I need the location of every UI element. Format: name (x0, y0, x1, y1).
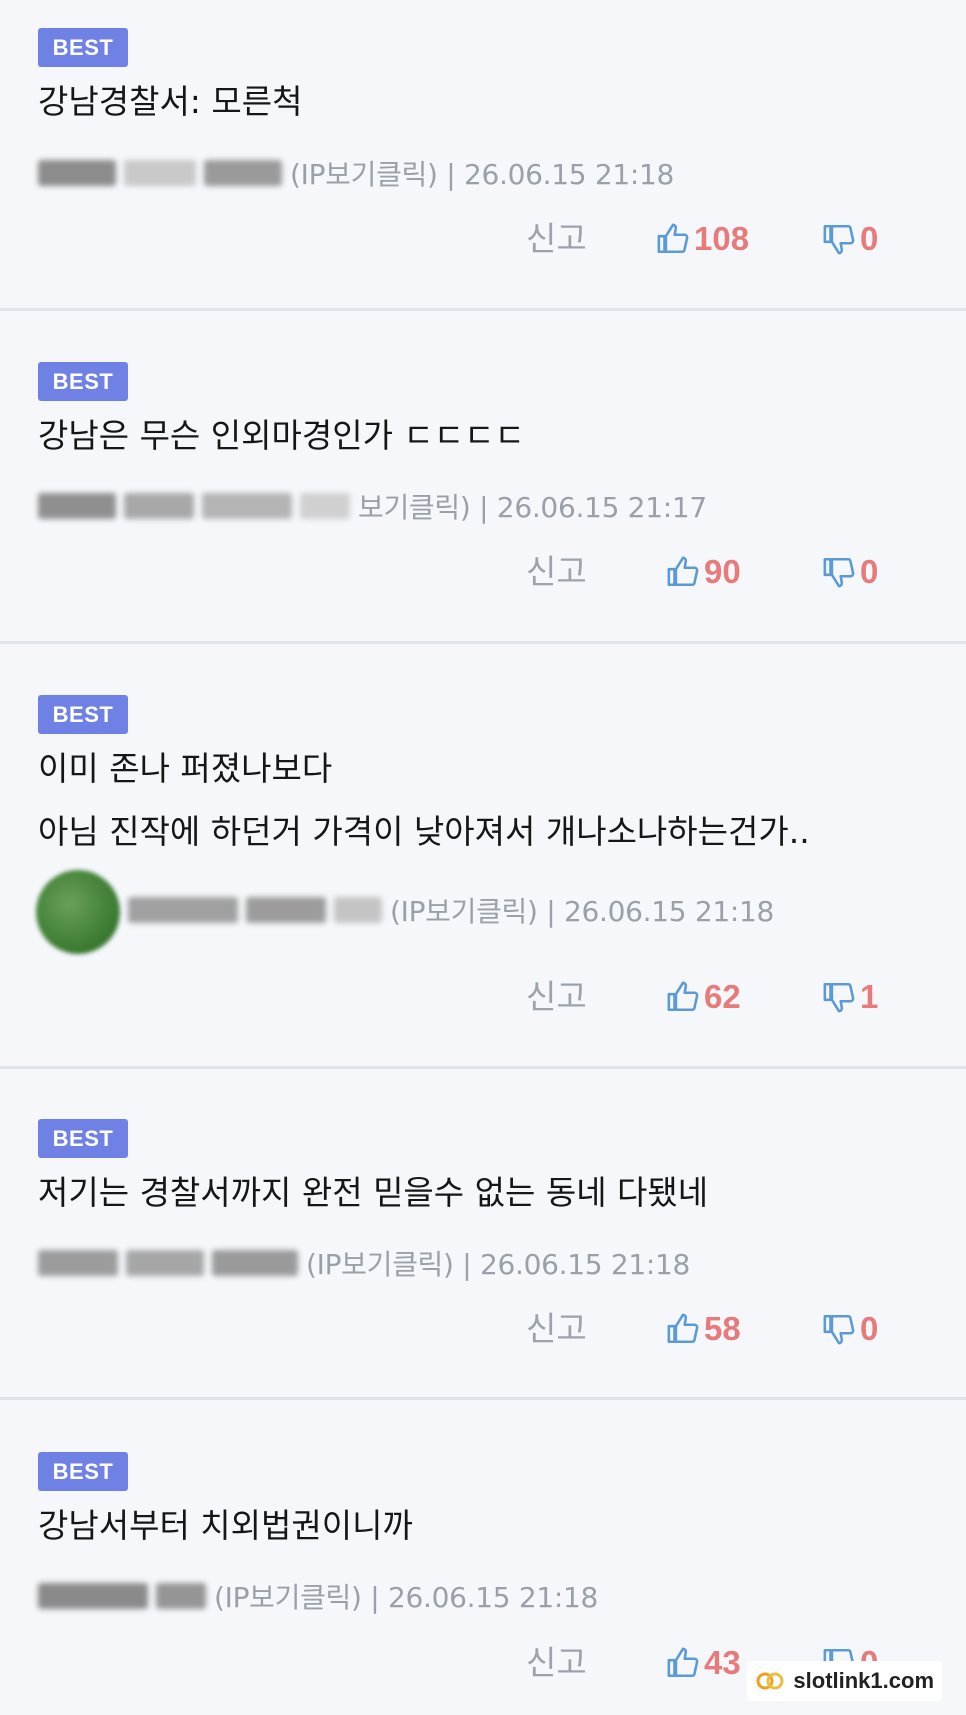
comment-item: BEST 저기는 경찰서까지 완전 믿을수 없는 동네 다됐네 (IP보기클릭)… (0, 1069, 966, 1397)
comment-meta: (IP보기클릭) | 26.06.15 21:18 (38, 153, 674, 193)
thumbs-down-icon (823, 557, 855, 588)
comment-meta: (IP보기클릭) | 26.06.15 21:18 (38, 1243, 690, 1283)
like-count: 90 (704, 553, 741, 590)
ip-info-link[interactable]: (IP보기클릭) | 26.06.15 21:18 (214, 1576, 598, 1616)
comment-item: BEST 이미 존나 퍼졌나보다 아님 진작에 하던거 가격이 낮아져서 개나소… (0, 644, 966, 1066)
slotlink-logo-icon (756, 1672, 784, 1690)
comment-text: 저기는 경찰서까지 완전 믿을수 없는 동네 다됐네 (38, 1173, 709, 1212)
thumbs-up-icon (667, 981, 699, 1012)
thumbs-up-icon (667, 1647, 699, 1678)
best-badge: BEST (38, 362, 128, 401)
blurred-username (38, 1250, 118, 1276)
blurred-username (124, 493, 194, 519)
blurred-username (246, 897, 326, 923)
blurred-username (204, 160, 282, 186)
thumbs-down-icon (823, 982, 855, 1013)
comment-text: 이미 존나 퍼졌나보다 (38, 749, 333, 788)
like-count: 58 (704, 1310, 741, 1347)
comment-text: 아님 진작에 하던거 가격이 낮아져서 개나소나하는건가.. (38, 812, 810, 851)
watermark-text: slotlink1.com (793, 1668, 934, 1693)
comment-text: 강남서부터 치외법권이니까 (38, 1506, 413, 1545)
avatar (36, 870, 120, 954)
ip-info-link[interactable]: 보기클릭) | 26.06.15 21:17 (358, 486, 707, 526)
ip-info-link[interactable]: (IP보기클릭) | 26.06.15 21:18 (306, 1243, 690, 1283)
blurred-username (202, 493, 292, 519)
dislike-button[interactable]: 0 (822, 214, 878, 264)
comment-item: BEST 강남은 무슨 인외마경인가 ㄷㄷㄷㄷ 보기클릭) | 26.06.15… (0, 311, 966, 641)
like-button[interactable]: 58 (666, 1304, 741, 1354)
dislike-button[interactable]: 0 (822, 547, 878, 597)
like-button[interactable]: 90 (666, 547, 741, 597)
report-button[interactable]: 신고 (526, 547, 587, 597)
like-button[interactable]: 62 (666, 972, 741, 1022)
best-badge: BEST (38, 1119, 128, 1158)
thumbs-up-icon (667, 1313, 699, 1344)
like-button[interactable]: 43 (666, 1638, 741, 1688)
dislike-button[interactable]: 0 (822, 1304, 878, 1354)
blurred-username (212, 1250, 298, 1276)
dislike-count: 1 (860, 978, 879, 1015)
comment-meta: 보기클릭) | 26.06.15 21:17 (38, 486, 707, 526)
thumbs-up-icon (667, 556, 699, 587)
thumbs-up-icon (657, 223, 689, 254)
blurred-username (38, 493, 116, 519)
blurred-username (300, 493, 350, 519)
like-count: 43 (704, 1644, 741, 1681)
report-button[interactable]: 신고 (526, 972, 587, 1022)
dislike-count: 0 (860, 1310, 879, 1347)
watermark: slotlink1.com (747, 1661, 942, 1701)
comment-meta: (IP보기클릭) | 26.06.15 21:18 (38, 1576, 598, 1616)
blurred-username (124, 160, 196, 186)
blurred-username (334, 897, 382, 923)
comment-text: 강남은 무슨 인외마경인가 ㄷㄷㄷㄷ (38, 416, 525, 455)
blurred-username (156, 1583, 206, 1609)
blurred-username (126, 1250, 204, 1276)
ip-info-link[interactable]: (IP보기클릭) | 26.06.15 21:18 (290, 153, 674, 193)
comment-text: 강남경찰서: 모른척 (38, 82, 303, 121)
comment-meta: (IP보기클릭) | 26.06.15 21:18 (128, 890, 774, 930)
blurred-username (38, 160, 116, 186)
comment-item: BEST 강남경찰서: 모른척 (IP보기클릭) | 26.06.15 21:1… (0, 0, 966, 282)
dislike-count: 0 (860, 553, 879, 590)
best-badge: BEST (38, 28, 128, 67)
report-button[interactable]: 신고 (526, 1304, 587, 1354)
like-count: 62 (704, 978, 741, 1015)
thumbs-down-icon (823, 224, 855, 255)
best-badge: BEST (38, 1452, 128, 1491)
dislike-count: 0 (860, 220, 879, 257)
ip-info-link[interactable]: (IP보기클릭) | 26.06.15 21:18 (390, 890, 774, 930)
dislike-button[interactable]: 1 (822, 972, 878, 1022)
like-button[interactable]: 108 (656, 214, 749, 264)
report-button[interactable]: 신고 (526, 1638, 587, 1688)
blurred-username (128, 897, 238, 923)
like-count: 108 (694, 220, 750, 257)
blurred-username (38, 1583, 148, 1609)
best-badge: BEST (38, 695, 128, 734)
report-button[interactable]: 신고 (526, 214, 587, 264)
thumbs-down-icon (823, 1314, 855, 1345)
